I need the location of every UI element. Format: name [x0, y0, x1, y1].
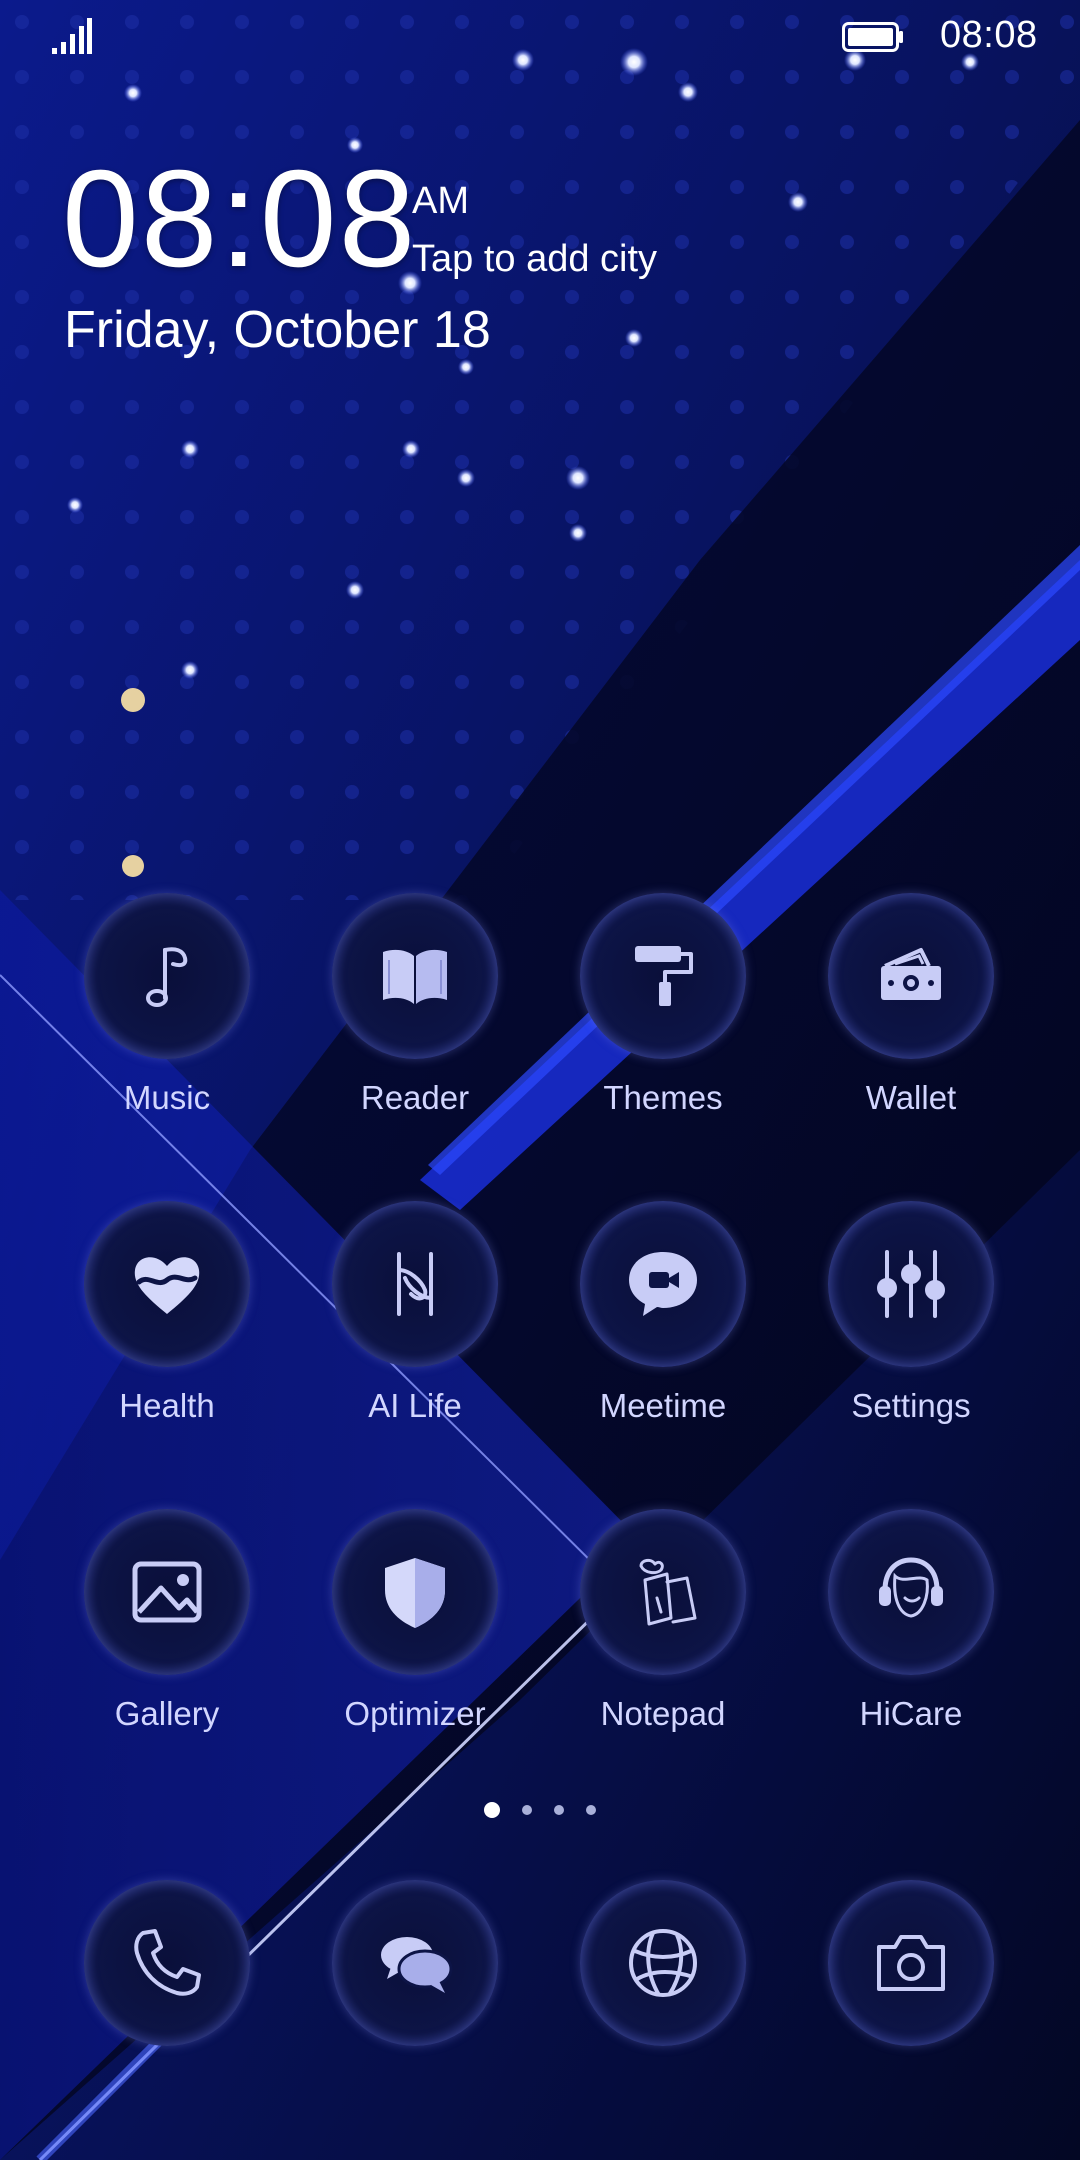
app-label: Wallet: [865, 1079, 957, 1116]
app-icon-circle: [828, 1509, 994, 1675]
sliders-icon: [877, 1250, 945, 1318]
clock-date: Friday, October 18: [64, 301, 491, 359]
app-icon-circle: [84, 893, 250, 1059]
app-icon-circle: [332, 1509, 498, 1675]
app-optimizer[interactable]: Optimizer: [291, 1509, 539, 1749]
dock-camera[interactable]: [787, 1880, 1035, 2050]
app-notepad[interactable]: Notepad: [539, 1509, 787, 1749]
app-meetime[interactable]: Meetime: [539, 1201, 787, 1441]
browser-icon: [629, 1929, 697, 1997]
app-label: Music: [123, 1079, 211, 1116]
app-label: HiCare: [859, 1695, 963, 1732]
app-label: AI Life: [368, 1387, 462, 1424]
page-dot-4[interactable]: [586, 1805, 596, 1815]
app-wallet[interactable]: Wallet: [787, 893, 1035, 1133]
page-indicator[interactable]: [0, 1800, 1080, 1824]
notepad-icon: [639, 1558, 697, 1626]
page-dot-3[interactable]: [554, 1805, 564, 1815]
app-health[interactable]: Health: [43, 1201, 291, 1441]
app-themes[interactable]: Themes: [539, 893, 787, 1133]
app-icon-circle: [828, 1201, 994, 1367]
heart-icon: [134, 1257, 200, 1314]
app-icon-circle: [580, 893, 746, 1059]
clock-ampm: AM: [412, 180, 469, 222]
app-icon-circle: [332, 1201, 498, 1367]
wallet-icon: [881, 948, 941, 1000]
page-dot-2[interactable]: [522, 1805, 532, 1815]
app-icon-circle: [84, 1509, 250, 1675]
battery-icon: [842, 22, 903, 52]
status-time: 08:08: [940, 14, 1038, 56]
camera-icon: [877, 1935, 945, 1991]
app-icon-circle: [828, 1880, 994, 2046]
dock-browser[interactable]: [539, 1880, 787, 2050]
headset-icon: [879, 1557, 943, 1618]
ai-life-icon: [397, 1252, 433, 1316]
shield-icon: [385, 1558, 445, 1628]
weather-city-link[interactable]: Tap to add city: [412, 238, 657, 281]
video-chat-icon: [629, 1252, 697, 1316]
app-label: Notepad: [600, 1695, 726, 1732]
phone-icon: [134, 1929, 201, 1996]
dock-messages[interactable]: [291, 1880, 539, 2050]
app-settings[interactable]: Settings: [787, 1201, 1035, 1441]
signal-icon: [52, 18, 92, 54]
app-label: Meetime: [599, 1387, 727, 1424]
dock-phone[interactable]: [43, 1880, 291, 2050]
app-icon-circle: [580, 1201, 746, 1367]
page-dot-1[interactable]: [484, 1802, 500, 1818]
app-label: Reader: [360, 1079, 470, 1116]
app-hicare[interactable]: HiCare: [787, 1509, 1035, 1749]
app-label: Gallery: [114, 1695, 220, 1732]
status-bar: 08:08: [0, 0, 1080, 80]
music-note-icon: [146, 947, 188, 1007]
paint-roller-icon: [635, 946, 693, 1006]
messages-icon: [381, 1937, 453, 1993]
app-icon-circle: [580, 1880, 746, 2046]
app-label: Settings: [851, 1387, 971, 1424]
app-label: Health: [119, 1387, 215, 1424]
app-icon-circle: [828, 893, 994, 1059]
app-label: Optimizer: [344, 1695, 486, 1732]
app-icon-circle: [84, 1880, 250, 2046]
app-ai-life[interactable]: AI Life: [291, 1201, 539, 1441]
app-icon-circle: [84, 1201, 250, 1367]
app-icon-circle: [332, 1880, 498, 2046]
image-icon: [132, 1561, 202, 1623]
app-music[interactable]: Music: [43, 893, 291, 1133]
app-icon-circle: [332, 893, 498, 1059]
clock-time: 08:08: [62, 142, 418, 296]
book-icon: [383, 949, 447, 1004]
app-label: Themes: [603, 1079, 723, 1116]
app-icon-circle: [580, 1509, 746, 1675]
app-gallery[interactable]: Gallery: [43, 1509, 291, 1749]
app-reader[interactable]: Reader: [291, 893, 539, 1133]
